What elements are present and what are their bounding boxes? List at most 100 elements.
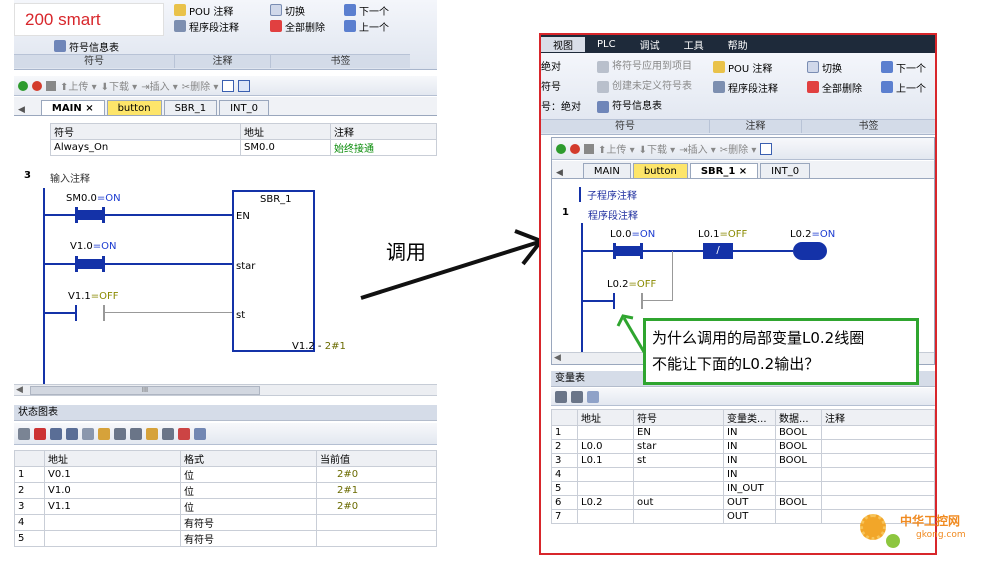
contact-l02[interactable] — [613, 293, 643, 309]
compile-icon[interactable] — [46, 80, 56, 91]
menu-debug[interactable]: 调试 — [628, 37, 672, 52]
pou-comment-button[interactable]: POU 注释 — [174, 2, 239, 18]
table-row[interactable]: 2 V1.0 位 2#1 — [14, 482, 437, 499]
close-icon[interactable]: × — [85, 103, 93, 114]
symbol-info-table-button[interactable]: 符号信息表 — [597, 99, 692, 115]
table-row[interactable]: 3 L0.1 st IN BOOL — [551, 453, 935, 468]
col-current-value: 当前值 — [316, 450, 437, 467]
prev-bookmark-button[interactable]: 上一个 — [344, 18, 389, 34]
next-bookmark-button[interactable]: 下一个 — [881, 59, 926, 75]
tab-button[interactable]: button — [106, 100, 162, 115]
table-row[interactable]: 6 L0.2 out OUT BOOL — [551, 495, 935, 510]
contact-sm00[interactable] — [75, 207, 105, 223]
symbolic-option[interactable]: 符号 — [541, 78, 581, 98]
table-row[interactable]: 1 V0.1 位 2#0 — [14, 466, 437, 483]
trend-icon[interactable] — [178, 427, 190, 440]
menu-tools[interactable]: 工具 — [672, 37, 716, 52]
coil-label-l02: L0.2=ON — [790, 229, 836, 240]
pause-icon[interactable] — [66, 427, 78, 440]
ribbon-bookmark-group: 切换 全部删除 — [807, 59, 862, 95]
lock-icon[interactable] — [114, 427, 126, 440]
symbol-absolute-option[interactable]: 号：绝对 — [541, 98, 581, 118]
col-format: 格式 — [180, 450, 317, 467]
network-comment-button[interactable]: 程序段注释 — [174, 18, 239, 34]
scroll-left-icon[interactable]: ◀ — [16, 385, 23, 395]
group-label-comments: 注释 — [709, 119, 801, 133]
monitor-icon[interactable] — [222, 79, 235, 92]
remove-icon[interactable] — [34, 427, 46, 440]
coil-l02[interactable] — [793, 242, 827, 260]
apply-symbols-button[interactable]: 将符号应用到项目 — [597, 59, 692, 75]
delete-all-bookmarks-button[interactable]: 全部删除 — [807, 79, 862, 95]
add-icon[interactable] — [18, 427, 30, 440]
menu-view[interactable]: 视图 — [541, 36, 585, 52]
wire — [643, 300, 673, 301]
delete-button[interactable]: ✂删除 ▾ — [182, 78, 219, 93]
insert-button[interactable]: ⇥插入 ▾ — [141, 78, 178, 93]
hand-icon[interactable] — [587, 390, 599, 403]
monitor-icon[interactable] — [760, 142, 773, 155]
glasses-icon[interactable] — [82, 427, 94, 440]
tab-int0[interactable]: INT_0 — [219, 100, 269, 115]
table-row[interactable]: 5 IN_OUT — [551, 481, 935, 496]
tab-sbr1[interactable]: SBR_1 — [163, 100, 218, 115]
table-row[interactable]: Always_On SM0.0 始终接通 — [50, 139, 437, 156]
table-row[interactable]: 4 IN — [551, 467, 935, 482]
upload-button[interactable]: ⬆上传 ▾ — [598, 141, 635, 156]
table-row[interactable]: 5 有符号 — [14, 530, 437, 547]
unlock-icon[interactable] — [130, 427, 142, 440]
pencil-icon[interactable] — [98, 427, 110, 440]
toggle-bookmark-button[interactable]: 切换 — [807, 59, 862, 75]
table-row[interactable]: 1 EN IN BOOL — [551, 425, 935, 440]
small-gear-icon — [886, 534, 900, 548]
tab-sbr1[interactable]: SBR_1 × — [689, 163, 759, 178]
prev-bookmark-button[interactable]: 上一个 — [881, 79, 926, 95]
tab-button[interactable]: button — [632, 163, 688, 178]
download-button[interactable]: ⬇下载 ▾ — [639, 141, 676, 156]
delete-row-icon[interactable] — [571, 390, 583, 403]
run-icon[interactable] — [18, 80, 28, 91]
create-undefined-button[interactable]: 创建未定义符号表 — [597, 79, 692, 95]
display-icon[interactable] — [194, 427, 206, 440]
scroll-left-icon[interactable]: ◀ — [554, 353, 561, 363]
toggle-bookmark-button[interactable]: 切换 — [270, 2, 325, 18]
table-row[interactable]: 3 V1.1 位 2#0 — [14, 498, 437, 515]
contact-v10[interactable] — [75, 256, 105, 272]
contact-l01-nc[interactable]: / — [703, 243, 733, 259]
tabs-scroll-left-icon[interactable]: ◀ — [556, 168, 563, 178]
delete-all-bookmarks-button[interactable]: 全部删除 — [270, 18, 325, 34]
download-button[interactable]: ⬇下载 ▾ — [101, 78, 138, 93]
table-row[interactable]: 2 L0.0 star IN BOOL — [551, 439, 935, 454]
sbr1-call-box[interactable]: SBR_1 EN star st — [232, 190, 315, 352]
tab-int0[interactable]: INT_0 — [760, 163, 811, 178]
force-icon[interactable] — [146, 427, 158, 440]
stop-icon[interactable] — [570, 143, 580, 154]
tab-main[interactable]: MAIN — [582, 163, 631, 178]
force-all-icon[interactable] — [162, 427, 174, 440]
tabs-scroll-left-icon[interactable]: ◀ — [18, 105, 25, 115]
absolute-option[interactable]: 绝对 — [541, 58, 581, 78]
insert-button[interactable]: ⇥插入 ▾ — [679, 141, 716, 156]
menu-plc[interactable]: PLC — [585, 39, 628, 50]
stop-icon[interactable] — [32, 80, 42, 91]
symbol-info-table-button[interactable]: 符号信息表 — [54, 38, 119, 54]
delete-button[interactable]: ✂删除 ▾ — [720, 141, 757, 156]
compile-icon[interactable] — [584, 143, 594, 154]
next-bookmark-button[interactable]: 下一个 — [344, 2, 389, 18]
wire — [583, 250, 613, 252]
pou-comment-button[interactable]: POU 注释 — [713, 59, 778, 75]
play-icon[interactable] — [50, 427, 62, 440]
status-icon[interactable] — [238, 79, 251, 92]
left-h-scrollbar[interactable]: ◀ III — [14, 384, 437, 396]
upload-button[interactable]: ⬆上传 ▾ — [60, 78, 97, 93]
scroll-thumb[interactable]: III — [30, 386, 260, 395]
table-row[interactable]: 4 有符号 — [14, 514, 437, 531]
contact-l00[interactable] — [613, 243, 643, 259]
insert-row-icon[interactable] — [555, 390, 567, 403]
run-icon[interactable] — [556, 143, 566, 154]
network-comment-button[interactable]: 程序段注释 — [713, 79, 778, 95]
tab-main[interactable]: MAIN × — [40, 100, 105, 115]
menu-help[interactable]: 帮助 — [716, 37, 760, 52]
close-icon[interactable]: × — [739, 166, 747, 177]
contact-v11[interactable] — [75, 305, 105, 321]
